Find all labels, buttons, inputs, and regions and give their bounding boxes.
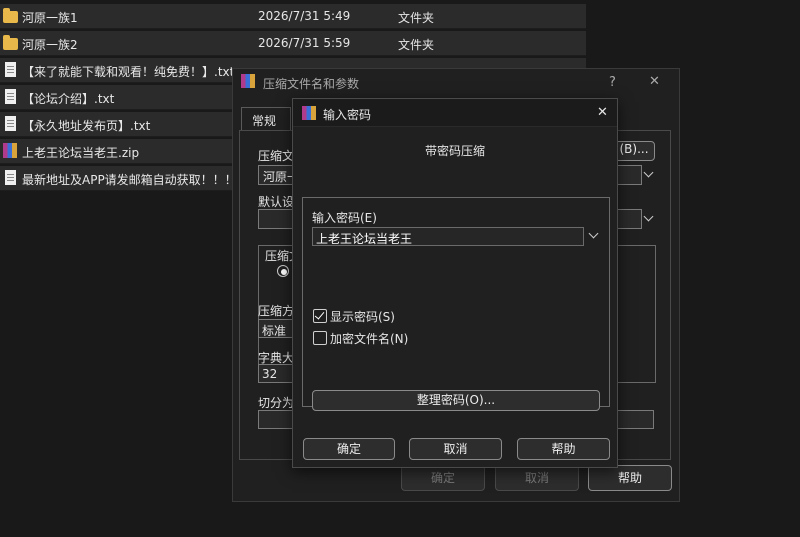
file-name: 【来了就能下载和观看！纯免费！】.txt — [22, 65, 235, 79]
text-file-icon — [5, 116, 16, 131]
winrar-archive-icon — [3, 143, 17, 158]
password-label: 输入密码(E) — [312, 211, 377, 225]
winrar-icon — [241, 74, 255, 88]
organize-passwords-button[interactable]: 整理密码(O)... — [312, 390, 600, 411]
dialog-title: 输入密码 — [323, 108, 372, 122]
cancel-button[interactable]: 取消 — [409, 438, 502, 460]
file-date: 2026/7/31 5:59 — [258, 36, 351, 50]
help-icon[interactable]: ? — [609, 75, 616, 90]
list-item[interactable]: 河原一族2 2026/7/31 5:59 文件夹 — [0, 31, 586, 56]
password-dialog: 输入密码 ✕ 带密码压缩 输入密码(E) 上老王论坛当老王 显示密码(S) 加密… — [292, 98, 618, 468]
file-type: 文件夹 — [398, 38, 435, 52]
split-label: 切分为 — [258, 396, 295, 410]
ok-button[interactable]: 确定 — [401, 465, 485, 491]
file-name: 最新地址及APP请发邮箱自动获取！！！ — [22, 173, 237, 187]
encrypt-names-label[interactable]: 加密文件名(N) — [330, 330, 408, 347]
file-name: 河原一族1 — [22, 11, 78, 25]
file-name: 【论坛介绍】.txt — [22, 92, 115, 106]
password-input[interactable]: 上老王论坛当老王 — [312, 227, 584, 246]
text-file-icon — [5, 170, 16, 185]
default-settings-label: 默认设 — [258, 195, 295, 209]
file-type: 文件夹 — [398, 11, 435, 25]
close-icon[interactable]: ✕ — [649, 74, 660, 89]
archive-name-label: 压缩文 — [258, 149, 295, 163]
show-password-label[interactable]: 显示密码(S) — [330, 308, 395, 325]
list-item[interactable]: 河原一族1 2026/7/31 5:49 文件夹 — [0, 4, 586, 29]
folder-icon — [3, 8, 18, 23]
winrar-icon — [302, 106, 316, 120]
tab-general[interactable]: 常规 — [241, 107, 291, 131]
help-button[interactable]: 帮助 — [517, 438, 610, 460]
folder-icon — [3, 35, 18, 50]
close-icon[interactable]: ✕ — [597, 105, 608, 120]
method-label: 压缩方 — [258, 304, 295, 318]
show-password-checkbox[interactable] — [313, 309, 327, 323]
text-file-icon — [5, 62, 16, 77]
dialog-heading: 带密码压缩 — [424, 144, 485, 158]
file-name: 【永久地址发布页】.txt — [22, 119, 151, 133]
file-date: 2026/7/31 5:49 — [258, 9, 351, 23]
browse-button[interactable]: (B)... — [613, 141, 655, 161]
dialog-title: 压缩文件名和参数 — [263, 77, 360, 91]
ok-button[interactable]: 确定 — [303, 438, 395, 460]
encrypt-names-checkbox[interactable] — [313, 331, 327, 345]
file-name: 上老王论坛当老王.zip — [22, 146, 140, 160]
format-radio[interactable] — [277, 265, 289, 277]
help-button[interactable]: 帮助 — [588, 465, 672, 491]
text-file-icon — [5, 89, 16, 104]
cancel-button[interactable]: 取消 — [495, 465, 579, 491]
radio-dot-icon — [281, 269, 287, 275]
file-name: 河原一族2 — [22, 38, 78, 52]
